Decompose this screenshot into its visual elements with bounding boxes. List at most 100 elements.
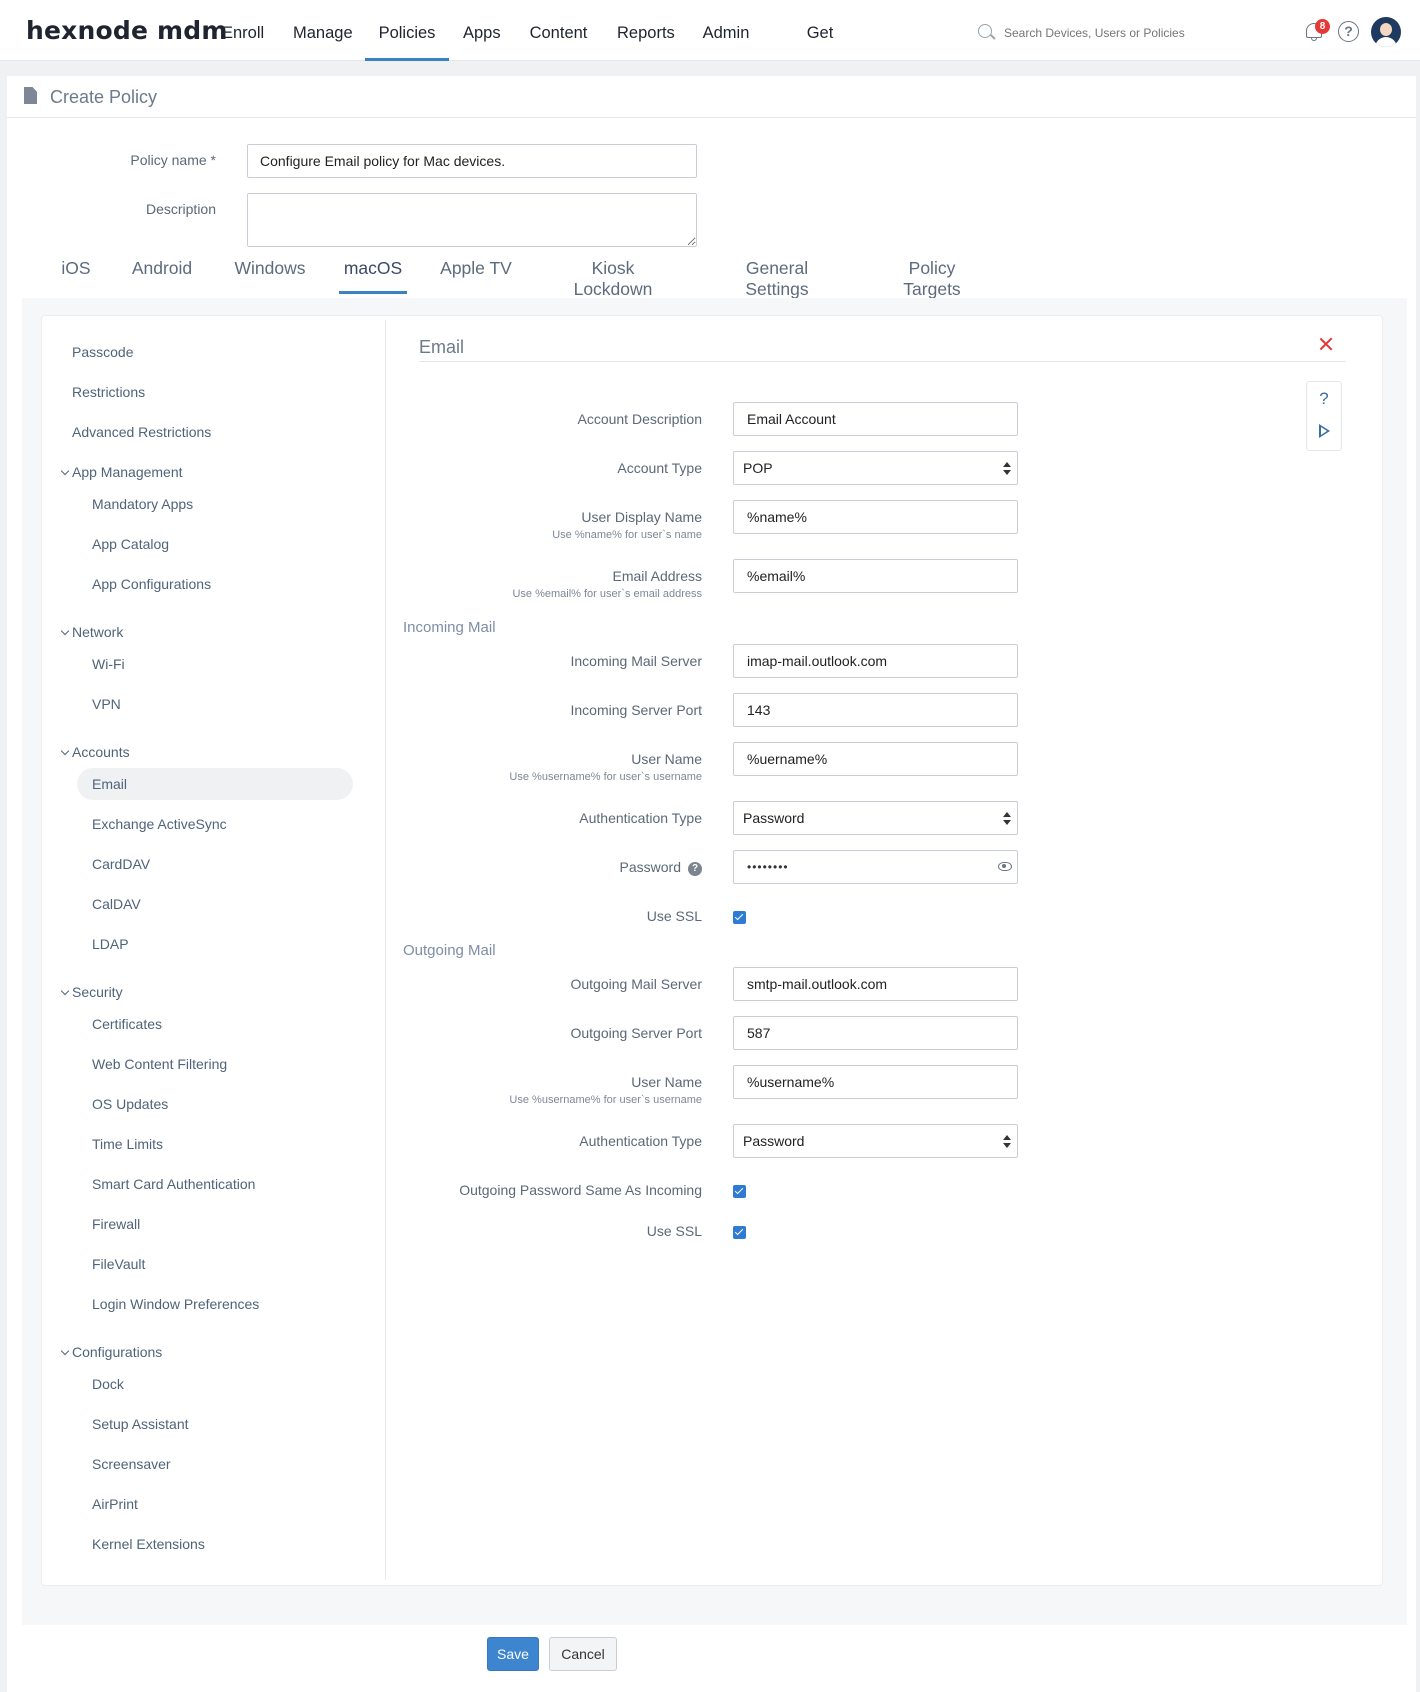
eye-icon[interactable] [998,862,1012,871]
sidebar-item-mandatory-apps[interactable]: Mandatory Apps [92,496,193,512]
description-textarea[interactable] [247,193,697,247]
play-icon[interactable] [1319,424,1330,438]
incoming-mail-server-input[interactable]: imap-mail.outlook.com [733,644,1018,678]
tab-android[interactable]: Android [130,258,194,294]
tab-windows[interactable]: Windows [232,258,308,294]
incoming-use-ssl-checkbox[interactable] [733,911,746,924]
nav-apps[interactable]: Apps [463,0,501,61]
sidebar-item-wifi[interactable]: Wi-Fi [92,656,125,672]
incoming-user-name-input[interactable]: %uername% [733,742,1018,776]
sidebar-item-restrictions[interactable]: Restrictions [72,384,145,400]
sidebar-group-security[interactable]: Security [60,984,123,1000]
select-arrows-icon [1003,462,1011,476]
nav-admin[interactable]: Admin [702,0,750,61]
help-circle-icon[interactable]: ? [1338,21,1359,42]
nav-policies[interactable]: Policies [365,0,449,61]
close-icon[interactable] [1318,336,1334,352]
incoming-authentication-type-label: Authentication Type [579,810,702,826]
sidebar-item-vpn[interactable]: VPN [92,696,121,712]
incoming-server-port-input[interactable]: 143 [733,693,1018,727]
outgoing-use-ssl-checkbox[interactable] [733,1226,746,1239]
account-type-select[interactable]: POP [733,451,1018,485]
sidebar-item-setup-assistant[interactable]: Setup Assistant [92,1416,189,1432]
nav-get-started[interactable]: Get Started [778,0,862,108]
sidebar-item-os-updates[interactable]: OS Updates [92,1096,168,1112]
search-input[interactable] [1004,22,1204,44]
outgoing-mail-server-input[interactable]: smtp-mail.outlook.com [733,967,1018,1001]
outgoing-server-port-input[interactable]: 587 [733,1016,1018,1050]
account-type-label: Account Type [617,460,702,476]
nav-reports[interactable]: Reports [617,0,675,61]
sidebar-item-email[interactable]: Email [92,776,127,792]
user-avatar[interactable] [1371,17,1401,47]
sidebar-item-login-window-preferences[interactable]: Login Window Preferences [92,1296,259,1312]
sidebar-item-filevault[interactable]: FileVault [92,1256,145,1272]
incoming-mail-heading: Incoming Mail [403,619,496,636]
sidebar-group-configurations[interactable]: Configurations [60,1344,162,1360]
sidebar-item-passcode[interactable]: Passcode [72,344,133,360]
email-address-input[interactable]: %email% [733,559,1018,593]
page-header: Create Policy [7,76,1416,118]
policy-name-input[interactable]: Configure Email policy for Mac devices. [247,144,697,178]
save-button[interactable]: Save [487,1637,539,1671]
email-address-label: Email Address [612,568,702,584]
hexnode-logo[interactable]: hexnode mdm [26,16,228,45]
tab-policy-targets[interactable]: Policy Targets [878,258,986,299]
sidebar-item-ldap[interactable]: LDAP [92,936,129,952]
sidebar-item-time-limits[interactable]: Time Limits [92,1136,163,1152]
section-title: Email [419,337,465,357]
sidebar-item-firewall[interactable]: Firewall [92,1216,140,1232]
outgoing-authentication-type-select[interactable]: Password [733,1124,1018,1158]
outgoing-password-same-checkbox[interactable] [733,1185,746,1198]
email-address-hint: Use %email% for user`s email address [512,588,702,600]
tab-ios[interactable]: iOS [60,258,92,294]
tab-kiosk-lockdown[interactable]: Kiosk Lockdown [550,258,676,299]
chevron-down-icon [60,1346,70,1356]
sidebar-group-app-management[interactable]: App Management [60,464,183,480]
tab-macos[interactable]: macOS [339,258,407,294]
outgoing-user-name-input[interactable]: %username% [733,1065,1018,1099]
question-icon[interactable]: ? [1307,389,1341,409]
sidebar-item-carddav[interactable]: CardDAV [92,856,150,872]
sidebar-divider [385,320,386,1580]
password-input[interactable]: •••••••• [733,850,1018,884]
account-description-input[interactable]: Email Account [733,402,1018,436]
chevron-down-icon [60,986,70,996]
sidebar-item-smart-card-authentication[interactable]: Smart Card Authentication [92,1176,255,1192]
sidebar-item-airprint[interactable]: AirPrint [92,1496,138,1512]
nav-enroll[interactable]: Enroll [222,0,264,61]
sidebar-item-caldav[interactable]: CalDAV [92,896,141,912]
incoming-user-name-label: User Name [631,751,702,767]
incoming-authentication-type-select[interactable]: Password [733,801,1018,835]
sidebar-item-kernel-extensions[interactable]: Kernel Extensions [92,1536,205,1552]
sidebar-item-dock[interactable]: Dock [92,1376,124,1392]
sidebar-item-advanced-restrictions[interactable]: Advanced Restrictions [72,424,211,440]
outgoing-user-name-hint: Use %username% for user`s username [509,1094,702,1106]
nav-content[interactable]: Content [529,0,588,61]
account-description-label: Account Description [577,411,702,427]
outgoing-user-name-label: User Name [631,1074,702,1090]
user-display-name-label: User Display Name [581,509,702,525]
tab-apple-tv[interactable]: Apple TV [440,258,512,294]
chevron-down-icon [60,466,70,476]
cancel-button[interactable]: Cancel [549,1637,617,1671]
search-box [978,22,1204,44]
tab-general-settings[interactable]: General Settings [713,258,841,299]
outgoing-password-same-label: Outgoing Password Same As Incoming [459,1182,702,1198]
select-arrows-icon [1003,812,1011,826]
sidebar-item-app-configurations[interactable]: App Configurations [92,576,211,592]
sidebar-item-certificates[interactable]: Certificates [92,1016,162,1032]
outgoing-authentication-type-label: Authentication Type [579,1133,702,1149]
nav-manage[interactable]: Manage [293,0,353,61]
user-display-name-input[interactable]: %name% [733,500,1018,534]
sidebar-item-exchange-activesync[interactable]: Exchange ActiveSync [92,816,227,832]
password-help-icon[interactable]: ? [688,862,702,876]
sidebar-item-web-content-filtering[interactable]: Web Content Filtering [92,1056,227,1072]
sidebar-item-app-catalog[interactable]: App Catalog [92,536,169,552]
sidebar-group-network[interactable]: Network [60,624,123,640]
incoming-use-ssl-label: Use SSL [646,908,702,924]
sidebar-item-screensaver[interactable]: Screensaver [92,1456,171,1472]
sidebar-group-accounts[interactable]: Accounts [60,744,130,760]
help-panel: ? [1306,381,1342,451]
chevron-down-icon [60,746,70,756]
